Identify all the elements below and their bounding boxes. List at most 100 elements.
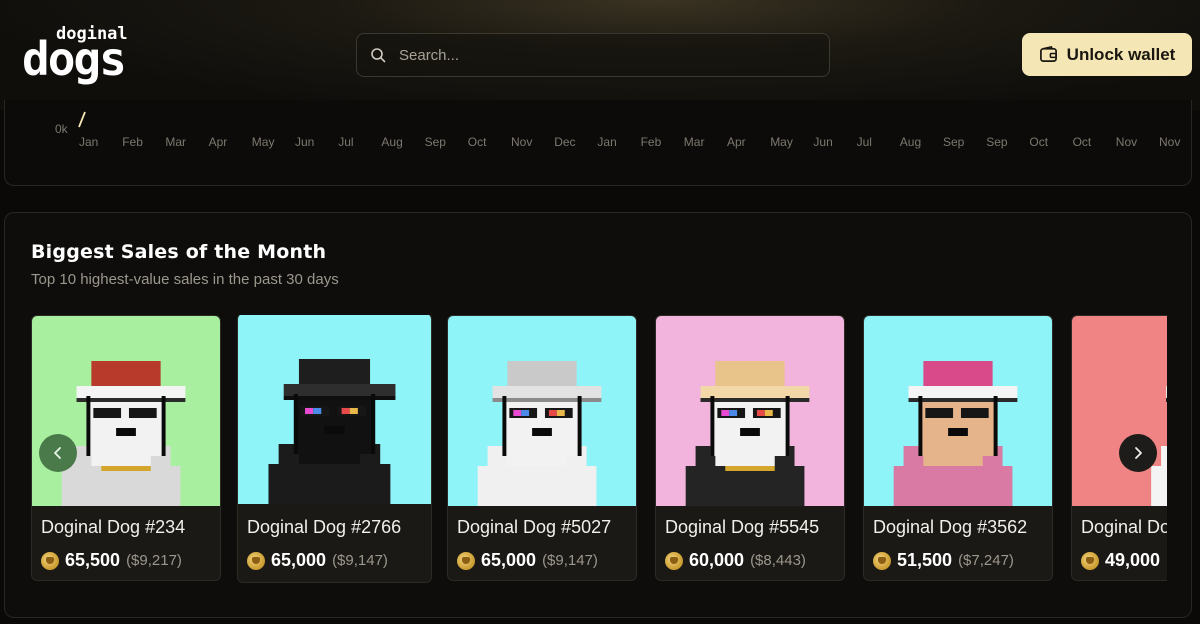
top-header: doginal dogs Unlock wallet bbox=[0, 0, 1200, 110]
hat-brim-shadow bbox=[76, 398, 186, 402]
head-outline bbox=[86, 396, 91, 456]
gold-chain bbox=[101, 466, 151, 471]
dog-head bbox=[293, 394, 376, 454]
lens-pixel bbox=[513, 410, 522, 416]
dog-body bbox=[268, 464, 391, 504]
hat-brim-shadow bbox=[700, 398, 810, 402]
glasses-left bbox=[93, 408, 122, 418]
nft-name: Doginal Dog #3562 bbox=[873, 517, 1028, 537]
price-usd: ($8,443) bbox=[750, 552, 806, 569]
dog-muzzle bbox=[923, 451, 983, 466]
hat-brim-shadow bbox=[283, 396, 396, 400]
x-tick-label: Oct bbox=[1029, 135, 1048, 149]
price-row: 49,000 bbox=[1081, 550, 1166, 571]
x-tick-label: Jul bbox=[857, 135, 872, 149]
search-bar[interactable] bbox=[356, 33, 830, 77]
doge-coin-icon bbox=[457, 551, 475, 570]
head-outline bbox=[918, 396, 923, 456]
lens-pixel bbox=[756, 410, 765, 416]
lens-pixel bbox=[521, 410, 530, 416]
price-doge: 65,000 bbox=[481, 550, 537, 570]
carousel-prev-button[interactable] bbox=[39, 434, 77, 472]
dog-nose bbox=[324, 426, 345, 434]
x-tick-label: Mar bbox=[684, 135, 705, 149]
hat-brim-shadow bbox=[492, 398, 602, 402]
doginal-dogs-logo[interactable]: doginal dogs bbox=[22, 26, 147, 86]
price-row: 60,000 ($8,443) bbox=[665, 550, 806, 571]
x-tick-label: Apr bbox=[209, 135, 228, 149]
sale-card[interactable]: Doginal Dog #2766 65,000 ($9,147) bbox=[237, 315, 432, 583]
lens-pixel bbox=[548, 410, 557, 416]
unlock-wallet-label: Unlock wallet bbox=[1066, 44, 1176, 64]
glasses-left bbox=[925, 408, 954, 418]
dog-body bbox=[685, 466, 805, 506]
sales-carousel: Doginal Dog #234 65,500 ($9,217) Doginal… bbox=[31, 315, 1167, 585]
gold-chain bbox=[725, 466, 775, 471]
nft-name: Doginal Dog #5545 bbox=[665, 517, 820, 537]
glasses-right bbox=[960, 408, 989, 418]
x-axis-ticks: Jan Feb Mar Apr May Jun Jul Aug Sep Oct Nov Dec Jan F… bbox=[79, 135, 1180, 149]
hat-brim bbox=[492, 386, 602, 398]
head-outline bbox=[502, 396, 507, 456]
doge-coin-icon bbox=[247, 551, 265, 570]
x-tick-label: Apr bbox=[727, 135, 746, 149]
x-tick-label: Oct bbox=[1073, 135, 1092, 149]
biggest-sales-panel: Biggest Sales of the Month Top 10 highes… bbox=[4, 212, 1192, 618]
x-tick-label: Jun bbox=[295, 135, 314, 149]
nft-pixel-art bbox=[32, 316, 220, 506]
price-row: 51,500 ($7,247) bbox=[873, 550, 1014, 571]
nft-image bbox=[32, 316, 220, 506]
price-row: 65,000 ($9,147) bbox=[457, 550, 598, 571]
dog-nose bbox=[116, 428, 136, 436]
price-doge: 49,000 bbox=[1105, 550, 1161, 570]
hat-brim-shadow bbox=[908, 398, 1018, 402]
x-tick-label: Mar bbox=[165, 135, 186, 149]
lens-pixel bbox=[764, 410, 773, 416]
doge-coin-icon bbox=[1081, 551, 1099, 570]
carousel-next-button[interactable] bbox=[1119, 434, 1157, 472]
nft-name: Doginal Dog bbox=[1081, 517, 1167, 537]
price-doge: 60,000 bbox=[689, 550, 745, 570]
lens-pixel bbox=[729, 410, 738, 416]
sale-card[interactable]: Doginal Dog #5027 65,000 ($9,147) bbox=[447, 315, 637, 581]
head-outline bbox=[785, 396, 790, 456]
dog-nose bbox=[532, 428, 552, 436]
doge-coin-icon bbox=[41, 551, 59, 570]
dog-muzzle bbox=[715, 451, 775, 466]
volume-chart: 0k Jan Feb Mar Apr May Jun Jul Aug Sep Oct Nov Dec J… bbox=[55, 111, 1180, 149]
x-tick-label: Nov bbox=[511, 135, 532, 149]
x-tick-label: Aug bbox=[900, 135, 921, 149]
nft-pixel-art bbox=[238, 315, 431, 504]
x-tick-label: Jan bbox=[597, 135, 616, 149]
head-outline bbox=[371, 394, 376, 454]
hat-brim-shadow bbox=[1166, 398, 1167, 402]
x-tick-label: Jul bbox=[338, 135, 353, 149]
head-outline bbox=[710, 396, 715, 456]
nft-pixel-art bbox=[448, 316, 636, 506]
hat-brim bbox=[76, 386, 186, 398]
search-input[interactable] bbox=[399, 46, 819, 64]
chevron-right-icon bbox=[1135, 447, 1142, 459]
search-icon bbox=[371, 48, 386, 63]
y-tick-label: 0k bbox=[55, 122, 69, 136]
dog-nose bbox=[948, 428, 968, 436]
sale-card[interactable]: Doginal Dog #3562 51,500 ($7,247) bbox=[863, 315, 1053, 581]
price-usd: ($9,217) bbox=[126, 552, 182, 569]
dog-muzzle bbox=[298, 449, 360, 464]
head-outline bbox=[293, 394, 298, 454]
nft-name: Doginal Dog #5027 bbox=[457, 517, 612, 537]
price-usd: ($9,147) bbox=[542, 552, 598, 569]
x-tick-label: May bbox=[770, 135, 793, 149]
nft-pixel-art bbox=[1072, 316, 1167, 506]
x-tick-label: Feb bbox=[641, 135, 662, 149]
head-outline bbox=[993, 396, 998, 456]
hat-brim bbox=[283, 384, 396, 396]
glasses-right bbox=[128, 408, 157, 418]
sale-card[interactable]: Doginal Dog #5545 60,000 ($8,443) bbox=[655, 315, 845, 581]
unlock-wallet-button[interactable]: Unlock wallet bbox=[1022, 33, 1192, 76]
nft-pixel-art bbox=[864, 316, 1052, 506]
head-outline bbox=[161, 396, 166, 456]
lens-pixel bbox=[305, 408, 314, 414]
price-row: 65,500 ($9,217) bbox=[41, 550, 182, 571]
logo-text-bottom: dogs bbox=[22, 32, 127, 86]
